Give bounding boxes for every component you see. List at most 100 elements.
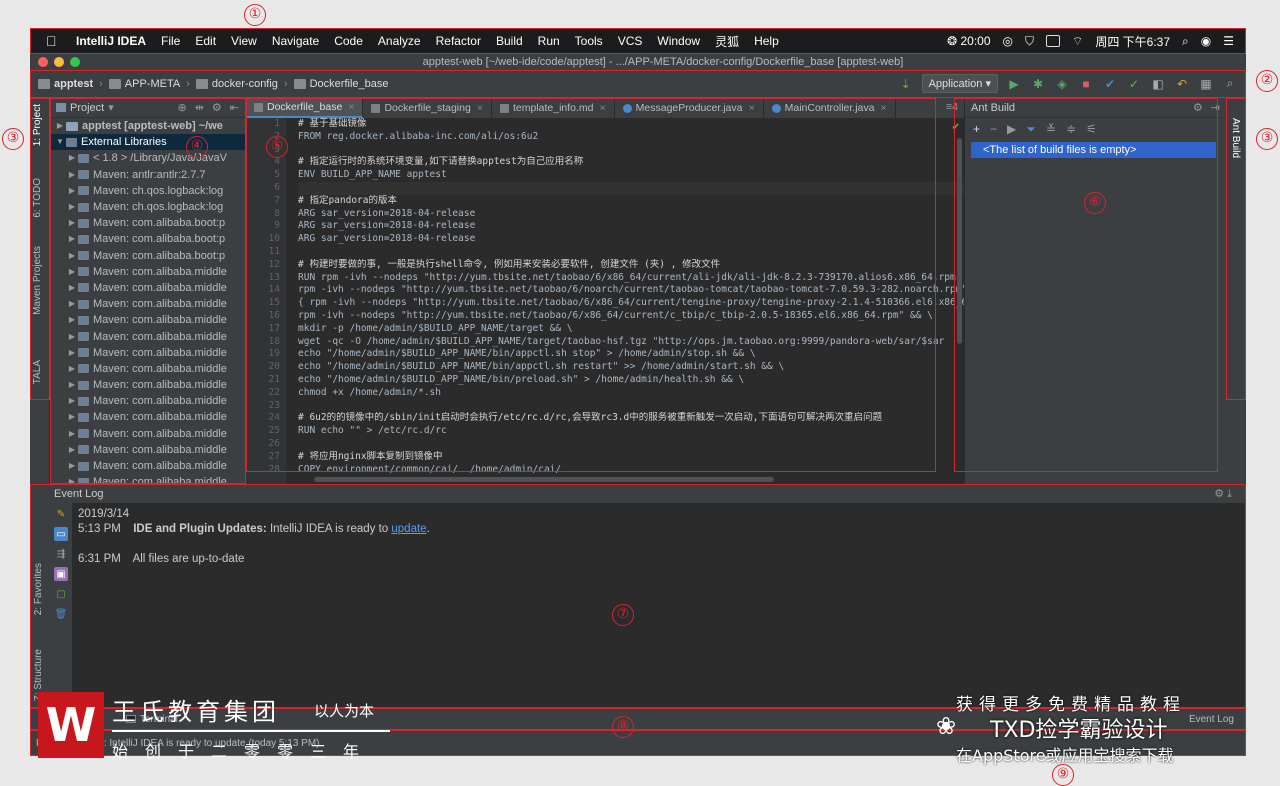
editor-hscrollbar[interactable] [314,477,774,482]
chevron-right-icon[interactable]: ▶ [66,264,78,280]
code-line[interactable]: # 指定运行时的系统环境变量,如下请替换apptest为自己应用名称 [298,156,964,169]
run-config-select[interactable]: Application ▾ [921,74,998,93]
tab-overflow-icon[interactable]: ≡4 [940,98,964,118]
code-line[interactable] [298,400,964,413]
filter-icon[interactable]: ⏷ [1026,122,1036,137]
stop-icon[interactable]: ■ [1078,76,1094,92]
chevron-right-icon[interactable]: ▶ [66,215,78,231]
code-line[interactable]: # 6u2的的镜像中的/sbin/init启动时会执行/etc/rc.d/rc,… [298,412,964,425]
chevron-right-icon[interactable]: ▶ [66,231,78,247]
tree-row[interactable]: ▶ Maven: com.alibaba.boot:p [50,248,245,264]
editor-tab[interactable]: template_info.md × [492,98,615,118]
breadcrumb-docker-config[interactable]: docker-config › [195,78,288,90]
chevron-right-icon[interactable]: ▶ [66,361,78,377]
tree-row[interactable]: ▶ Maven: com.alibaba.middle [50,280,245,296]
breadcrumb-app-meta[interactable]: APP-META › [108,78,190,90]
hide-icon[interactable]: ⇥ [1211,101,1220,114]
tree-row[interactable]: ▶ Maven: ch.qos.logback:log [50,199,245,215]
ant-empty-message[interactable]: <The list of build files is empty> [971,142,1216,158]
code-line[interactable]: rpm -ivh --nodeps "http://yum.tbsite.net… [298,284,964,297]
menu-tools[interactable]: Tools [575,34,603,48]
scroll-end-icon[interactable]: ▣ [54,567,68,581]
tree-row[interactable]: ▼ External Libraries [50,134,245,151]
chevron-down-icon[interactable]: ▼ [54,134,66,150]
tree-row[interactable]: ▶ Maven: com.alibaba.boot:p [50,231,245,247]
close-tab-icon[interactable]: × [477,102,483,114]
menu-view[interactable]: View [231,34,257,48]
chevron-right-icon[interactable]: ▶ [66,377,78,393]
close-tab-icon[interactable]: × [348,101,354,113]
vcs-update-icon[interactable]: ✔ [1102,76,1118,92]
menu-code[interactable]: Code [334,34,363,48]
add-icon[interactable]: + [973,122,980,136]
settings-icon[interactable]: ⚙ [212,101,222,114]
tab-todo[interactable]: 6: TODO [32,178,43,218]
tree-row[interactable]: ▶ Maven: com.alibaba.middle [50,426,245,442]
menu-app[interactable]: IntelliJ IDEA [76,34,146,48]
code-line[interactable]: # 指定pandora的版本 [298,195,964,208]
chevron-right-icon[interactable]: ▶ [54,118,66,134]
code-line[interactable]: echo "/home/admin/$BUILD_APP_NAME/bin/pr… [298,374,964,387]
close-tab-icon[interactable]: × [881,102,887,114]
tree-row[interactable]: ▶ Maven: com.alibaba.middle [50,296,245,312]
collapse-icon[interactable]: ⇹ [195,101,204,114]
code-line[interactable]: mkdir -p /home/admin/$BUILD_APP_NAME/tar… [298,323,964,336]
close-button[interactable] [38,57,48,67]
tree-row[interactable]: ▶ Maven: com.alibaba.middle [50,312,245,328]
chevron-right-icon[interactable]: ▶ [66,248,78,264]
code-line[interactable]: ARG sar_version=2018-04-release [298,233,964,246]
code-line[interactable] [298,144,964,157]
project-panel-title[interactable]: Project [70,102,104,114]
tree-row[interactable]: ▶ Maven: com.alibaba.boot:p [50,215,245,231]
run-icon[interactable]: ▶ [1007,122,1016,136]
close-tab-icon[interactable]: × [600,102,606,114]
chevron-right-icon[interactable]: ▶ [66,329,78,345]
chevron-right-icon[interactable]: ▶ [66,183,78,199]
tab-maven-projects[interactable]: Maven Projects [32,246,43,315]
code-area[interactable]: 1 2 3 4 5 6 7 8 9 10 11 12 13 14 15 16 17 18 19 20 21 22 23 24 2… [246,118,964,484]
siri-icon[interactable]: ◉ [1201,34,1211,48]
chevron-right-icon[interactable]: ▶ [66,426,78,442]
timer-icon[interactable]: ❂ 20:00 [947,34,990,48]
run-icon[interactable]: ▶ [1006,76,1022,92]
settings-icon[interactable]: ⚙ [1214,488,1224,500]
editor-tab[interactable]: Dockerfile_base × [246,98,364,118]
vcs-commit-icon[interactable]: ✓ [1126,76,1142,92]
menu-build[interactable]: Build [496,34,523,48]
tab-ant-build[interactable]: Ant Build [1230,118,1241,158]
code-line[interactable]: { rpm -ivh --nodeps "http://yum.tbsite.n… [298,297,964,310]
tab-project[interactable]: 1: Project [32,104,43,146]
chevron-right-icon[interactable]: ▶ [66,345,78,361]
expand-all-icon[interactable]: ≚ [1046,122,1056,136]
menu-vcs[interactable]: VCS [618,34,643,48]
tree-row[interactable]: ▶ Maven: com.alibaba.middle [50,264,245,280]
locate-icon[interactable]: ⊕ [177,101,186,114]
menu-help[interactable]: Help [754,34,779,48]
apple-icon[interactable]:  [46,33,60,49]
code-line[interactable]: FROM reg.docker.alibaba-inc.com/ali/os:6… [298,131,964,144]
code-line[interactable] [298,246,964,259]
tree-row[interactable]: ▶ Maven: com.alibaba.middle [50,393,245,409]
menu-window[interactable]: Window [657,34,700,48]
tree-row[interactable]: ▶ Maven: com.alibaba.middle [50,458,245,474]
tab-favorites[interactable]: 2: Favorites [33,563,44,615]
chevron-right-icon[interactable]: ▶ [66,409,78,425]
coverage-icon[interactable]: ◈ [1054,76,1070,92]
breadcrumb-apptest[interactable]: apptest › [38,78,103,90]
code-line[interactable]: echo "/home/admin/$BUILD_APP_NAME/bin/ap… [298,361,964,374]
trash-icon[interactable]: 🗑 [54,607,68,621]
code-line[interactable]: ENV BUILD_APP_NAME apptest [298,169,964,182]
menu-edit[interactable]: Edit [195,34,216,48]
tree-row[interactable]: ▶ Maven: com.alibaba.middle [50,361,245,377]
tree-row[interactable]: ▶ Maven: com.alibaba.middle [50,377,245,393]
code-text[interactable]: # 基于基础镜像 FROM reg.docker.alibaba-inc.com/… [286,118,964,484]
settings-list-icon[interactable]: ▢ [54,587,68,601]
breadcrumb-dockerfile[interactable]: Dockerfile_base [293,78,388,90]
tree-row[interactable]: ▶ Maven: ch.qos.logback:log [50,183,245,199]
properties-icon[interactable]: ⚟ [1086,122,1097,136]
vcs-compare-icon[interactable]: ◧ [1150,76,1166,92]
code-line[interactable]: chmod +x /home/admin/*.sh [298,387,964,400]
project-structure-icon[interactable]: ▦ [1198,76,1214,92]
code-line[interactable] [298,181,964,195]
menu-refactor[interactable]: Refactor [436,34,481,48]
